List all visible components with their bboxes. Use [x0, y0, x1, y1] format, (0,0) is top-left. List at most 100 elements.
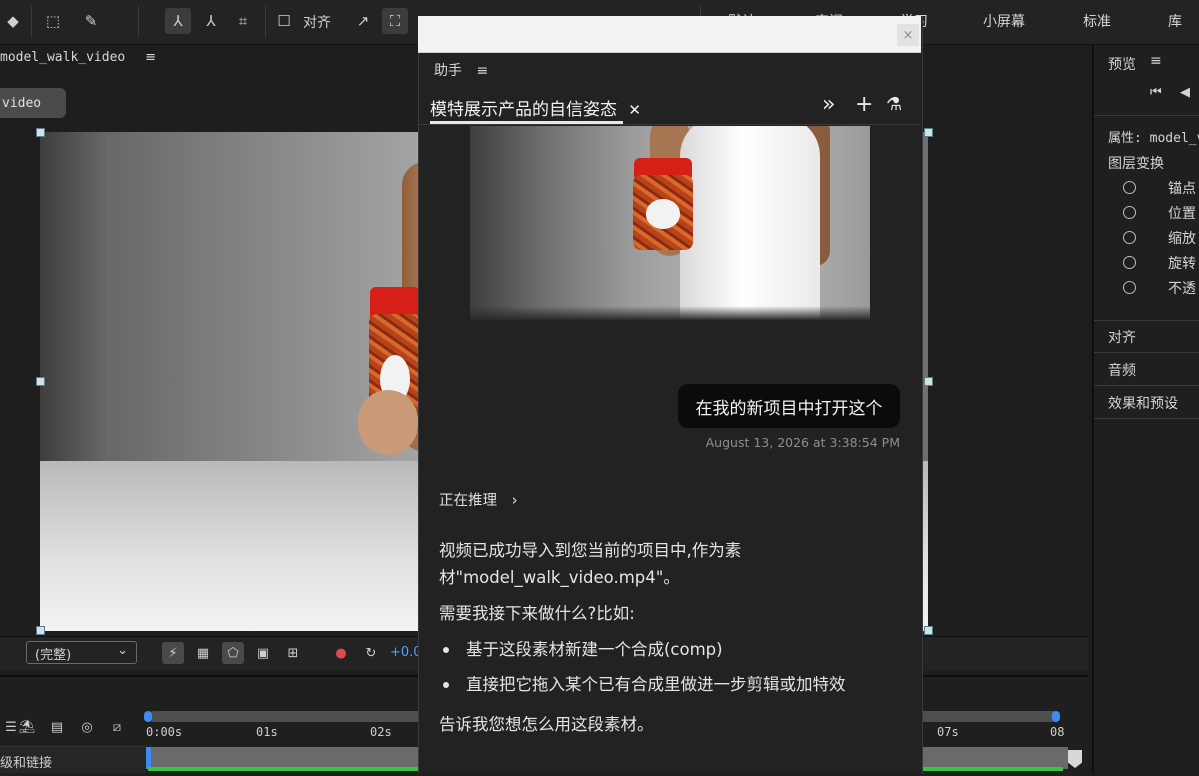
- panel-menu-icon[interactable]: ≡: [1150, 53, 1162, 69]
- layer-transform-label[interactable]: 图层变换: [1108, 153, 1164, 173]
- reset-exposure-icon[interactable]: ↻: [360, 642, 382, 664]
- stopwatch-icon[interactable]: [1123, 181, 1136, 194]
- comp-panel-header: model_walk_video ≡: [0, 50, 156, 65]
- conversation-tab[interactable]: 模特展示产品的自信姿态 ✕: [430, 95, 641, 120]
- assistant-header: 助手 ≡: [434, 60, 488, 80]
- stopwatch-icon[interactable]: [1123, 256, 1136, 269]
- assistant-reply-line2: 材"model_walk_video.mp4"。: [439, 568, 680, 587]
- axis-world-icon[interactable]: ⅄: [198, 8, 224, 34]
- message-timestamp: August 13, 2026 at 3:38:54 PM: [705, 435, 900, 450]
- stopwatch-icon[interactable]: [1123, 206, 1136, 219]
- close-button[interactable]: ×: [897, 24, 919, 46]
- preview-label[interactable]: 预览: [1108, 54, 1136, 74]
- model-dress: [680, 126, 820, 320]
- stopwatch-icon[interactable]: [1123, 231, 1136, 244]
- comp-title: model_walk_video: [0, 50, 126, 65]
- time-mark: 01s: [256, 725, 278, 739]
- first-frame-icon[interactable]: ⏮: [1150, 85, 1162, 100]
- snap-target-icon[interactable]: ⛶: [382, 8, 408, 34]
- chevron-right-icon: ›: [511, 491, 518, 509]
- divider: [31, 6, 32, 38]
- resolution-select[interactable]: (完整) ⌄: [26, 641, 137, 664]
- expand-icon[interactable]: »: [822, 92, 835, 117]
- divider: [265, 6, 266, 38]
- stopwatch-icon[interactable]: [1123, 281, 1136, 294]
- close-tab-icon[interactable]: ✕: [628, 101, 641, 119]
- assistant-reply-closing: 告诉我您想怎么用这段素材。: [439, 715, 654, 734]
- transparency-grid-icon[interactable]: ▦: [192, 642, 214, 664]
- reasoning-label: 正在推理: [439, 493, 497, 509]
- transform-handle[interactable]: [924, 377, 933, 386]
- playhead[interactable]: [146, 747, 151, 769]
- audio-panel-label[interactable]: 音频: [1108, 360, 1136, 380]
- prop-position: 位置: [1168, 206, 1196, 222]
- eraser-tool-icon[interactable]: ◆: [0, 8, 26, 34]
- assistant-titlebar[interactable]: [418, 16, 921, 53]
- axis-local-icon[interactable]: ⅄: [165, 8, 191, 34]
- divider: [418, 124, 921, 125]
- time-mark: 0:00s: [146, 725, 183, 739]
- thumbnail-shadow: [470, 306, 870, 320]
- prop-opacity: 不透: [1168, 281, 1196, 297]
- divider: [1094, 385, 1199, 386]
- divider: [1094, 418, 1199, 419]
- prop-scale: 缩放: [1168, 231, 1196, 247]
- mask-visibility-icon[interactable]: ⬠: [222, 642, 244, 664]
- video-thumbnail[interactable]: [470, 126, 870, 320]
- transform-handle[interactable]: [924, 128, 933, 137]
- assistant-reply-line1: 视频已成功导入到您当前的项目中,作为素: [439, 541, 742, 560]
- assistant-title: 助手: [434, 63, 462, 79]
- prev-frame-icon[interactable]: ◀: [1180, 85, 1190, 100]
- divider: [1094, 115, 1199, 116]
- color-channels-icon[interactable]: ●: [330, 642, 352, 664]
- chevron-down-icon: ⌄: [117, 643, 128, 658]
- transform-handle[interactable]: [924, 626, 933, 635]
- new-chat-icon[interactable]: +: [855, 92, 873, 117]
- align-label: 对齐: [303, 15, 331, 31]
- transform-handle[interactable]: [36, 626, 45, 635]
- bullet-dot: [443, 682, 449, 688]
- axis-view-icon[interactable]: ⌗: [230, 8, 256, 34]
- graph-editor-icon[interactable]: ◎: [76, 716, 98, 738]
- conversation-title: 模特展示产品的自信姿态: [430, 100, 617, 120]
- puppet-pin-icon[interactable]: ✎: [78, 8, 104, 34]
- product-jar: [632, 158, 694, 250]
- divider: [138, 6, 139, 38]
- bullet-dot: [443, 647, 449, 653]
- exposure-value[interactable]: +0.0: [390, 645, 422, 660]
- properties-label: 属性: model_v: [1108, 131, 1199, 146]
- work-area-start[interactable]: [144, 711, 152, 722]
- resolution-value: (完整): [35, 648, 72, 663]
- comp-tab[interactable]: video: [0, 88, 66, 118]
- work-area-end[interactable]: [1052, 711, 1060, 722]
- grid-guides-icon[interactable]: ⊞: [282, 642, 304, 664]
- timeline-column-header: 级和链接: [0, 746, 146, 773]
- roto-brush-icon[interactable]: ⬚: [40, 8, 66, 34]
- divider: [1094, 320, 1199, 321]
- workspace-tab-standard[interactable]: 标准: [1083, 11, 1111, 31]
- effects-panel-label[interactable]: 效果和预设: [1108, 393, 1178, 413]
- snap-icon[interactable]: ↗: [350, 8, 376, 34]
- assistant-bullet-1: 基于这段素材新建一个合成(comp): [466, 640, 723, 659]
- prop-rotation: 旋转: [1168, 256, 1196, 272]
- parent-link-label: 级和链接: [0, 756, 53, 771]
- flask-icon[interactable]: ⚗: [886, 94, 902, 115]
- align-checkbox[interactable]: ☐: [271, 8, 297, 34]
- panel-menu-icon[interactable]: ≡: [476, 63, 488, 79]
- align-panel-label[interactable]: 对齐: [1108, 327, 1136, 347]
- panel-menu-icon[interactable]: ≡: [145, 50, 156, 65]
- reasoning-toggle[interactable]: 正在推理 ›: [439, 489, 518, 510]
- workspace-tab-small-screen[interactable]: 小屏幕: [983, 11, 1025, 31]
- time-mark: 07s: [937, 725, 959, 739]
- transform-handle[interactable]: [36, 128, 45, 137]
- workspace-tab-library[interactable]: 库: [1168, 11, 1182, 31]
- transform-handle[interactable]: [36, 377, 45, 386]
- time-mark: 08: [1050, 725, 1065, 739]
- frame-blend-icon[interactable]: ⛱: [16, 716, 38, 738]
- chart-icon[interactable]: ⧄: [106, 716, 128, 738]
- model-hand: [358, 390, 418, 455]
- region-of-interest-icon[interactable]: ▣: [252, 642, 274, 664]
- motion-blur-icon[interactable]: ▤: [46, 716, 68, 738]
- prop-anchor: 锚点: [1168, 181, 1196, 197]
- fast-preview-icon[interactable]: ⚡: [162, 642, 184, 664]
